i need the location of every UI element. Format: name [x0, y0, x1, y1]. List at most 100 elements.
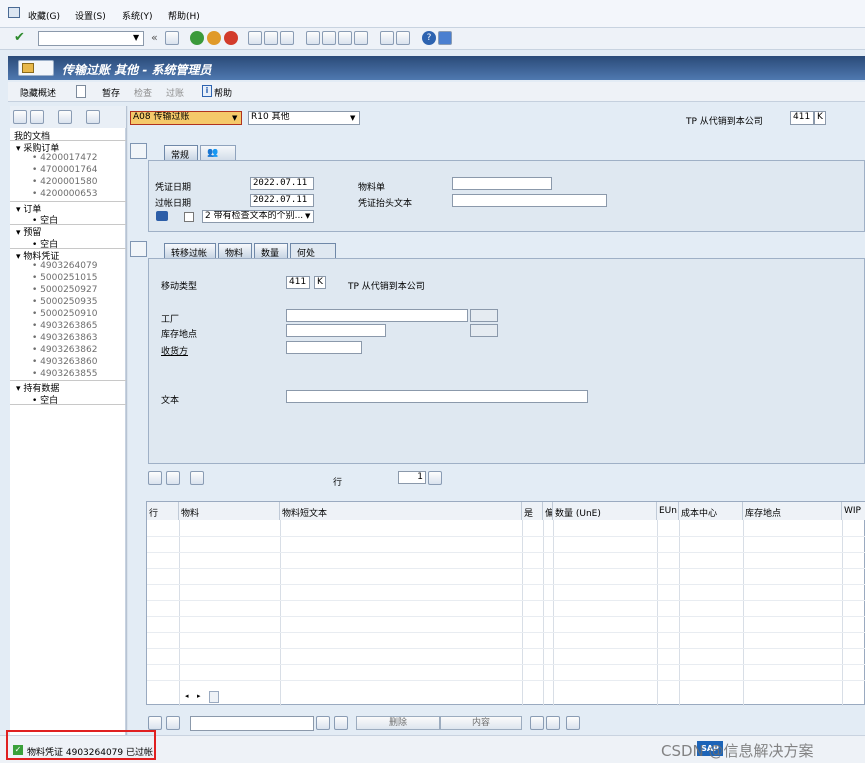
grid-header-material[interactable]: 物料 [179, 502, 280, 520]
header-text-field[interactable] [452, 194, 607, 207]
save-icon[interactable] [165, 31, 179, 45]
find-icon[interactable] [264, 31, 278, 45]
next-page-icon[interactable] [338, 31, 352, 45]
command-field[interactable] [38, 31, 144, 46]
tree-leaf-matdoc[interactable]: • 4903263863 [32, 333, 97, 343]
last-page-icon[interactable] [354, 31, 368, 45]
transaction-dropdown-icon[interactable]: ▼ [232, 114, 237, 122]
grid-header-eun[interactable]: EUn [657, 502, 679, 520]
close-panel-icon[interactable] [86, 110, 100, 124]
delete-button[interactable]: 删除 [356, 716, 440, 730]
collapse-all-icon[interactable] [30, 110, 44, 124]
first-page-icon[interactable] [306, 31, 320, 45]
expand-all-icon[interactable] [13, 110, 27, 124]
grid-header-line[interactable]: 行 [147, 502, 179, 520]
recipient-field[interactable] [286, 341, 362, 354]
help-info-icon[interactable]: i [202, 85, 212, 97]
add-line-icon[interactable] [148, 471, 162, 485]
delete-icon[interactable] [58, 110, 72, 124]
grid-settings-icon[interactable] [530, 716, 544, 730]
menu-system[interactable]: 系统(Y) [122, 9, 153, 22]
plant-field[interactable] [286, 309, 468, 322]
transaction-select[interactable]: A08 传输过账 [130, 111, 242, 125]
post-button[interactable]: 过账 [166, 86, 184, 99]
tree-leaf-po[interactable]: • 4200001580 [32, 177, 97, 187]
menu-settings[interactable]: 设置(S) [75, 9, 106, 22]
find-grid-icon[interactable] [316, 716, 330, 730]
tree-leaf-po[interactable]: • 4200017472 [32, 153, 97, 163]
line-field[interactable]: 1 [398, 471, 426, 484]
movement-type-field[interactable]: 411 [286, 276, 310, 289]
window-icon[interactable] [8, 7, 20, 18]
grid-header-dev[interactable]: 偏 [543, 502, 553, 520]
print-option-dropdown-icon[interactable]: ▼ [305, 212, 310, 220]
select-all-icon[interactable] [148, 716, 162, 730]
enter-check-icon[interactable]: ✔ [14, 30, 25, 45]
tree-leaf-matdoc[interactable]: • 5000250927 [32, 285, 97, 295]
reference-select[interactable]: R10 其他 [248, 111, 360, 125]
collapse-icon[interactable]: « [151, 31, 158, 44]
text-field[interactable] [286, 390, 588, 403]
grid-search-field[interactable] [190, 716, 314, 731]
panel-splitter[interactable] [126, 106, 128, 736]
tree-leaf-po[interactable]: • 4700001764 [32, 165, 97, 175]
storage-location-field[interactable] [286, 324, 386, 337]
exit-icon[interactable] [207, 31, 221, 45]
tree-leaf-matdoc[interactable]: • 5000250935 [32, 297, 97, 307]
tree-leaf-matdoc[interactable]: • 5000251015 [32, 273, 97, 283]
tree-leaf-matdoc[interactable]: • 4903263865 [32, 321, 97, 331]
grid-header-quantity[interactable]: 数量 (UnE) [553, 502, 657, 520]
grid-header-wip[interactable]: WIP [842, 502, 865, 520]
cancel-icon[interactable] [224, 31, 238, 45]
command-dropdown-icon[interactable]: ▼ [133, 33, 139, 42]
menu-button-icon[interactable] [18, 60, 54, 76]
hold-button[interactable]: 暂存 [102, 86, 120, 99]
grid-header-ok[interactable]: 是 [522, 502, 543, 520]
grid-header-cost-center[interactable]: 成本中心 [679, 502, 743, 520]
new-session-icon[interactable] [380, 31, 394, 45]
grid-header-short-text[interactable]: 物料短文本 [280, 502, 522, 520]
find-next-grid-icon[interactable] [334, 716, 348, 730]
print-checkbox[interactable] [184, 212, 194, 222]
print-option-select[interactable]: 2 带有检查文本的个别... [202, 210, 314, 223]
menu-help[interactable]: 帮助(H) [168, 9, 200, 22]
material-slip-field[interactable] [452, 177, 552, 190]
detail-line-icon[interactable] [190, 471, 204, 485]
tree-leaf-matdoc[interactable]: • 4903263860 [32, 357, 97, 367]
toggle-item-icon[interactable] [130, 241, 147, 257]
copy-line-icon[interactable] [166, 471, 180, 485]
help-button[interactable]: 帮助 [214, 86, 232, 99]
shortcut-icon[interactable] [396, 31, 410, 45]
tree-leaf-po[interactable]: • 4200000653 [32, 189, 97, 199]
tab-quantity[interactable]: 数量 [254, 243, 288, 259]
special-stock-field[interactable]: K [314, 276, 326, 289]
grid-layout-icon[interactable] [546, 716, 560, 730]
menu-favorites[interactable]: 收藏(G) [28, 9, 60, 22]
previous-page-icon[interactable] [322, 31, 336, 45]
doc-date-field[interactable]: 2022.07.11 [250, 177, 314, 190]
toggle-header-icon[interactable] [130, 143, 147, 159]
tree-leaf-matdoc[interactable]: • 4903264079 [32, 261, 97, 271]
tab-partner[interactable]: 👥 [200, 145, 236, 160]
new-document-icon[interactable] [76, 85, 86, 98]
grid-header-storage-location[interactable]: 库存地点 [743, 502, 842, 520]
check-button[interactable]: 检查 [134, 86, 152, 99]
find-next-icon[interactable] [280, 31, 294, 45]
tree-leaf-matdoc[interactable]: • 5000250910 [32, 309, 97, 319]
reference-dropdown-icon[interactable]: ▼ [350, 114, 355, 122]
grid-export-icon[interactable] [566, 716, 580, 730]
tab-where[interactable]: 何处 [290, 243, 336, 259]
horizontal-scroll-thumb[interactable] [209, 691, 219, 703]
tab-material[interactable]: 物料 [218, 243, 252, 259]
back-icon[interactable] [190, 31, 204, 45]
header-special-stock[interactable]: K [814, 111, 826, 125]
hide-overview-button[interactable]: 隐藏概述 [20, 86, 56, 99]
go-to-line-icon[interactable] [428, 471, 442, 485]
post-date-field[interactable]: 2022.07.11 [250, 194, 314, 207]
tree-leaf-matdoc[interactable]: • 4903263855 [32, 369, 97, 379]
scroll-right-icon[interactable]: ▸ [197, 692, 201, 700]
header-movement-type[interactable]: 411 [790, 111, 814, 125]
filter-icon[interactable] [166, 716, 180, 730]
print-icon[interactable] [248, 31, 262, 45]
tab-transfer-posting[interactable]: 转移过帐 [164, 243, 216, 259]
